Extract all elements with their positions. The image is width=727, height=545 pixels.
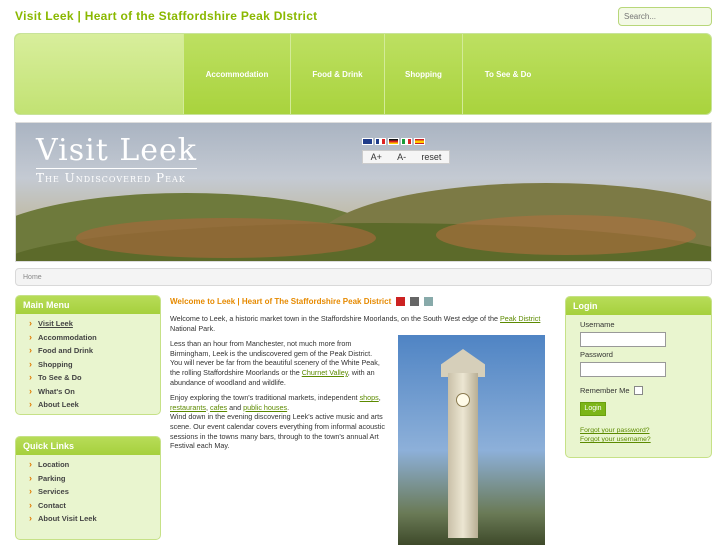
quick-link-contact[interactable]: Contact (29, 499, 160, 513)
main-content: Welcome to Leek | Heart of The Staffords… (170, 294, 553, 545)
quick-links-title: Quick Links (16, 437, 160, 455)
login-button[interactable]: Login (580, 402, 606, 416)
article-title: Welcome to Leek | Heart of The Staffords… (170, 296, 392, 306)
password-field[interactable] (580, 362, 666, 377)
menu-item-shopping[interactable]: Shopping (29, 358, 160, 372)
login-title: Login (566, 297, 711, 315)
main-navigation: Accommodation Food & Drink Shopping To S… (14, 33, 712, 115)
site-title: Visit Leek | Heart of the Staffordshire … (15, 9, 318, 23)
menu-item-to-see-do[interactable]: To See & Do (29, 371, 160, 385)
main-menu-panel: Main Menu Visit Leek Accommodation Food … (15, 295, 161, 415)
email-icon[interactable] (424, 296, 434, 306)
evening-paragraph: Wind down in the evening discovering Lee… (170, 412, 385, 451)
font-size-tools: A+ A- reset (362, 150, 450, 164)
forgot-password-link[interactable]: Forgot your password? (580, 426, 711, 435)
quick-link-about-visit-leek[interactable]: About Visit Leek (29, 512, 160, 526)
menu-item-about-leek[interactable]: About Leek (29, 398, 160, 412)
header-banner: Visit Leek The Undiscovered Peak A+ A- r… (15, 122, 712, 262)
nav-accommodation[interactable]: Accommodation (183, 34, 290, 114)
remember-me-row: Remember Me (580, 386, 711, 395)
clock-tower-photo (398, 335, 545, 545)
intro-paragraph: Welcome to Leek, a historic market town … (170, 314, 541, 333)
restaurants-link[interactable]: restaurants (170, 403, 206, 412)
menu-item-whats-on[interactable]: What's On (29, 385, 160, 399)
spanish-flag-icon[interactable] (414, 138, 425, 145)
cafes-link[interactable]: cafes (210, 403, 227, 412)
main-menu-title: Main Menu (16, 296, 160, 314)
nav-to-see-do[interactable]: To See & Do (462, 34, 553, 114)
quick-link-services[interactable]: Services (29, 485, 160, 499)
username-label: Username (580, 320, 615, 329)
shops-link[interactable]: shops (360, 393, 379, 402)
username-field[interactable] (580, 332, 666, 347)
public-houses-link[interactable]: public houses (243, 403, 287, 412)
decrease-font-button[interactable]: A- (397, 152, 406, 162)
churnet-valley-link[interactable]: Churnet Valley (302, 368, 348, 377)
visit-leek-logo: Visit Leek The Undiscovered Peak (36, 133, 197, 185)
quick-link-location[interactable]: Location (29, 458, 160, 472)
location-paragraph: Less than an hour from Manchester, not m… (170, 339, 373, 358)
menu-item-accommodation[interactable]: Accommodation (29, 331, 160, 345)
language-flags (362, 138, 425, 145)
remember-me-label: Remember Me (580, 386, 630, 395)
french-flag-icon[interactable] (375, 138, 386, 145)
password-label: Password (580, 350, 613, 359)
search-input[interactable] (618, 7, 712, 26)
quick-links-panel: Quick Links Location Parking Services Co… (15, 436, 161, 540)
scenery-paragraph: You will never be far from the beautiful… (170, 358, 380, 387)
german-flag-icon[interactable] (388, 138, 399, 145)
peak-district-link[interactable]: Peak District (500, 314, 540, 323)
reset-font-button[interactable]: reset (421, 152, 441, 162)
menu-item-food-and-drink[interactable]: Food and Drink (29, 344, 160, 358)
remember-me-checkbox[interactable] (633, 386, 643, 395)
clock-icon (456, 393, 470, 407)
increase-font-button[interactable]: A+ (371, 152, 382, 162)
english-flag-icon[interactable] (362, 138, 373, 145)
italian-flag-icon[interactable] (401, 138, 412, 145)
nav-food-drink[interactable]: Food & Drink (290, 34, 384, 114)
login-panel: Login Username Password Remember Me Logi… (565, 296, 712, 458)
breadcrumb: Home (15, 268, 712, 286)
quick-link-parking[interactable]: Parking (29, 472, 160, 486)
pdf-icon[interactable] (396, 296, 406, 306)
print-icon[interactable] (410, 296, 420, 306)
breadcrumb-home[interactable]: Home (23, 274, 42, 281)
markets-paragraph: Enjoy exploring the town's traditional m… (170, 393, 381, 412)
article-header: Welcome to Leek | Heart of The Staffords… (170, 294, 553, 308)
nav-shopping[interactable]: Shopping (384, 34, 462, 114)
menu-item-visit-leek[interactable]: Visit Leek (29, 317, 160, 331)
forgot-username-link[interactable]: Forgot your username? (580, 435, 711, 444)
